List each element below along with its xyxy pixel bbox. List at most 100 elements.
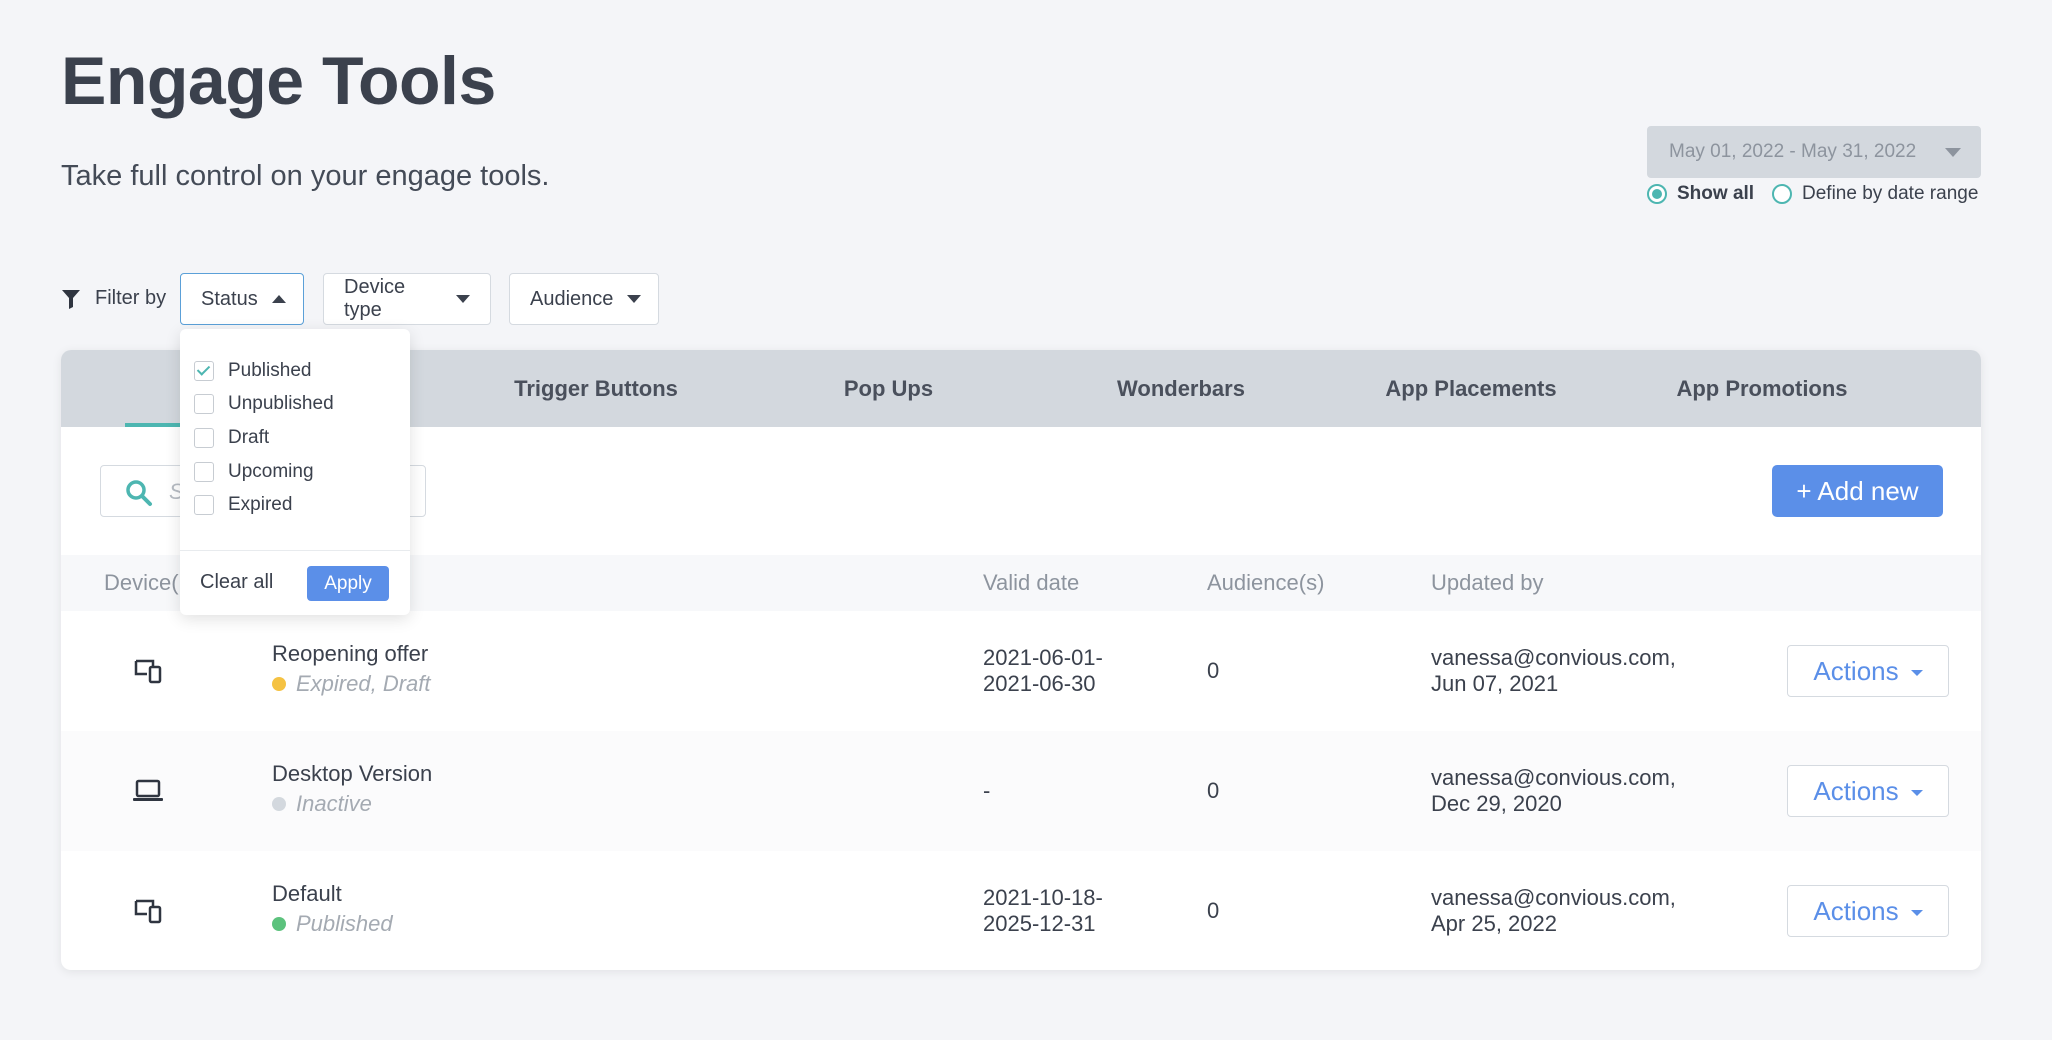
- filter-icon: [62, 289, 80, 309]
- chevron-down-icon: [1945, 148, 1961, 157]
- device-type-filter-button[interactable]: Device type: [323, 273, 491, 325]
- clear-all-link[interactable]: Clear all: [200, 571, 273, 594]
- chevron-up-icon: [271, 295, 286, 303]
- audience-filter-label: Audience: [530, 287, 614, 310]
- add-new-button[interactable]: + Add new: [1772, 465, 1943, 517]
- status-text: Published: [296, 911, 393, 936]
- checkbox-checked-icon[interactable]: [194, 361, 214, 381]
- row-audience-count: 0: [1207, 778, 1220, 803]
- updated-by-email: vanessa@convious.com,: [1431, 765, 1676, 790]
- row-name: Desktop Version: [272, 761, 433, 786]
- status-option-draft[interactable]: Draft: [194, 427, 269, 449]
- updated-by-date: Apr 25, 2022: [1431, 911, 1557, 936]
- row-valid-date: -: [983, 778, 990, 804]
- row-name-cell: Reopening offer Expired, Draft: [272, 641, 431, 697]
- valid-date-start: -: [983, 778, 991, 803]
- actions-label: Actions: [1813, 895, 1899, 926]
- tab-app-placements[interactable]: App Placements: [1326, 350, 1616, 427]
- updated-by-date: Jun 07, 2021: [1431, 671, 1559, 696]
- actions-label: Actions: [1813, 775, 1899, 806]
- search-icon: [126, 480, 152, 506]
- row-name-cell: Default Published: [272, 881, 393, 937]
- row-valid-date: 2021-10-18- 2025-12-31: [983, 885, 1103, 937]
- radio-label: Define by date range: [1802, 183, 1979, 204]
- radio-button-icon[interactable]: [1647, 184, 1667, 204]
- row-status: Published: [272, 911, 393, 937]
- option-label: Draft: [228, 427, 270, 448]
- column-updated-by: Updated by: [1431, 570, 1544, 595]
- table-row: Desktop Version Inactive - 0 vanessa@con…: [61, 731, 1981, 851]
- valid-date-start: 2021-10-18-: [983, 885, 1103, 910]
- tab-pop-ups[interactable]: Pop Ups: [741, 350, 1036, 427]
- checkbox-icon[interactable]: [194, 428, 214, 448]
- row-name: Default: [272, 881, 342, 906]
- row-status: Expired, Draft: [272, 671, 431, 697]
- row-name: Reopening offer: [272, 641, 429, 666]
- date-range-select[interactable]: May 01, 2022 - May 31, 2022: [1647, 126, 1981, 178]
- valid-date-start: 2021-06-01-: [983, 645, 1103, 670]
- option-label: Expired: [228, 494, 293, 515]
- status-text: Inactive: [296, 791, 372, 816]
- status-text: Expired, Draft: [296, 671, 431, 696]
- status-dot: [272, 797, 286, 811]
- actions-button[interactable]: Actions: [1787, 885, 1949, 937]
- chevron-down-icon: [1910, 669, 1923, 676]
- option-label: Upcoming: [228, 461, 314, 482]
- checkbox-icon[interactable]: [194, 394, 214, 414]
- tab-app-promotions[interactable]: App Promotions: [1616, 350, 1908, 427]
- multi-device-icon: [134, 899, 162, 924]
- radio-label: Show all: [1677, 183, 1755, 204]
- chevron-down-icon: [627, 295, 642, 303]
- row-audience-count: 0: [1207, 658, 1220, 683]
- updated-by-date: Dec 29, 2020: [1431, 791, 1562, 816]
- row-status: Inactive: [272, 791, 432, 817]
- updated-by-email: vanessa@convious.com,: [1431, 645, 1676, 670]
- status-option-published[interactable]: Published: [194, 360, 311, 382]
- row-updated-by: vanessa@convious.com, Jun 07, 2021: [1431, 645, 1676, 697]
- column-valid-date: Valid date: [983, 570, 1080, 595]
- status-filter-label: Status: [201, 287, 258, 310]
- chevron-down-icon: [1910, 789, 1923, 796]
- status-filter-button[interactable]: Status: [180, 273, 304, 325]
- date-range-value: May 01, 2022 - May 31, 2022: [1669, 141, 1917, 162]
- tab-trigger-buttons[interactable]: Trigger Buttons: [451, 350, 741, 427]
- row-audience-count: 0: [1207, 898, 1220, 923]
- page-subtitle: Take full control on your engage tools.: [61, 160, 550, 192]
- device-type-filter-label: Device type: [344, 276, 406, 321]
- checkbox-icon[interactable]: [194, 462, 214, 482]
- updated-by-email: vanessa@convious.com,: [1431, 885, 1676, 910]
- valid-date-end: 2025-12-31: [983, 911, 1096, 936]
- status-option-expired[interactable]: Expired: [194, 494, 292, 516]
- row-valid-date: 2021-06-01- 2021-06-30: [983, 645, 1103, 697]
- multi-device-icon: [134, 659, 162, 684]
- row-updated-by: vanessa@convious.com, Dec 29, 2020: [1431, 765, 1676, 817]
- actions-button[interactable]: Actions: [1787, 765, 1949, 817]
- status-option-upcoming[interactable]: Upcoming: [194, 461, 314, 483]
- actions-button[interactable]: Actions: [1787, 645, 1949, 697]
- status-option-unpublished[interactable]: Unpublished: [194, 393, 334, 415]
- filter-label: Filter by: [61, 287, 166, 310]
- radio-button-icon[interactable]: [1772, 184, 1792, 204]
- table-row: Default Published 2021-10-18- 2025-12-31…: [61, 851, 1981, 970]
- checkbox-icon[interactable]: [194, 495, 214, 515]
- option-label: Published: [228, 360, 312, 381]
- column-audiences: Audience(s): [1207, 570, 1325, 595]
- tab-wonderbars[interactable]: Wonderbars: [1036, 350, 1326, 427]
- valid-date-end: 2021-06-30: [983, 671, 1096, 696]
- status-dropdown-menu: Published Unpublished Draft Upcoming Exp…: [180, 329, 410, 615]
- table-row: Reopening offer Expired, Draft 2021-06-0…: [61, 611, 1981, 731]
- row-name-cell: Desktop Version Inactive: [272, 761, 432, 817]
- status-dot: [272, 677, 286, 691]
- row-updated-by: vanessa@convious.com, Apr 25, 2022: [1431, 885, 1676, 937]
- audience-filter-button[interactable]: Audience: [509, 273, 659, 325]
- status-dot: [272, 917, 286, 931]
- actions-label: Actions: [1813, 655, 1899, 686]
- radio-define-range[interactable]: Define by date range: [1772, 183, 1978, 205]
- laptop-icon: [133, 779, 163, 801]
- page-title: Engage Tools: [61, 43, 496, 119]
- radio-show-all[interactable]: Show all: [1647, 183, 1754, 205]
- column-device: Device(: [104, 570, 179, 595]
- apply-button[interactable]: Apply: [307, 566, 389, 601]
- chevron-down-icon: [456, 295, 470, 303]
- divider: [180, 550, 410, 551]
